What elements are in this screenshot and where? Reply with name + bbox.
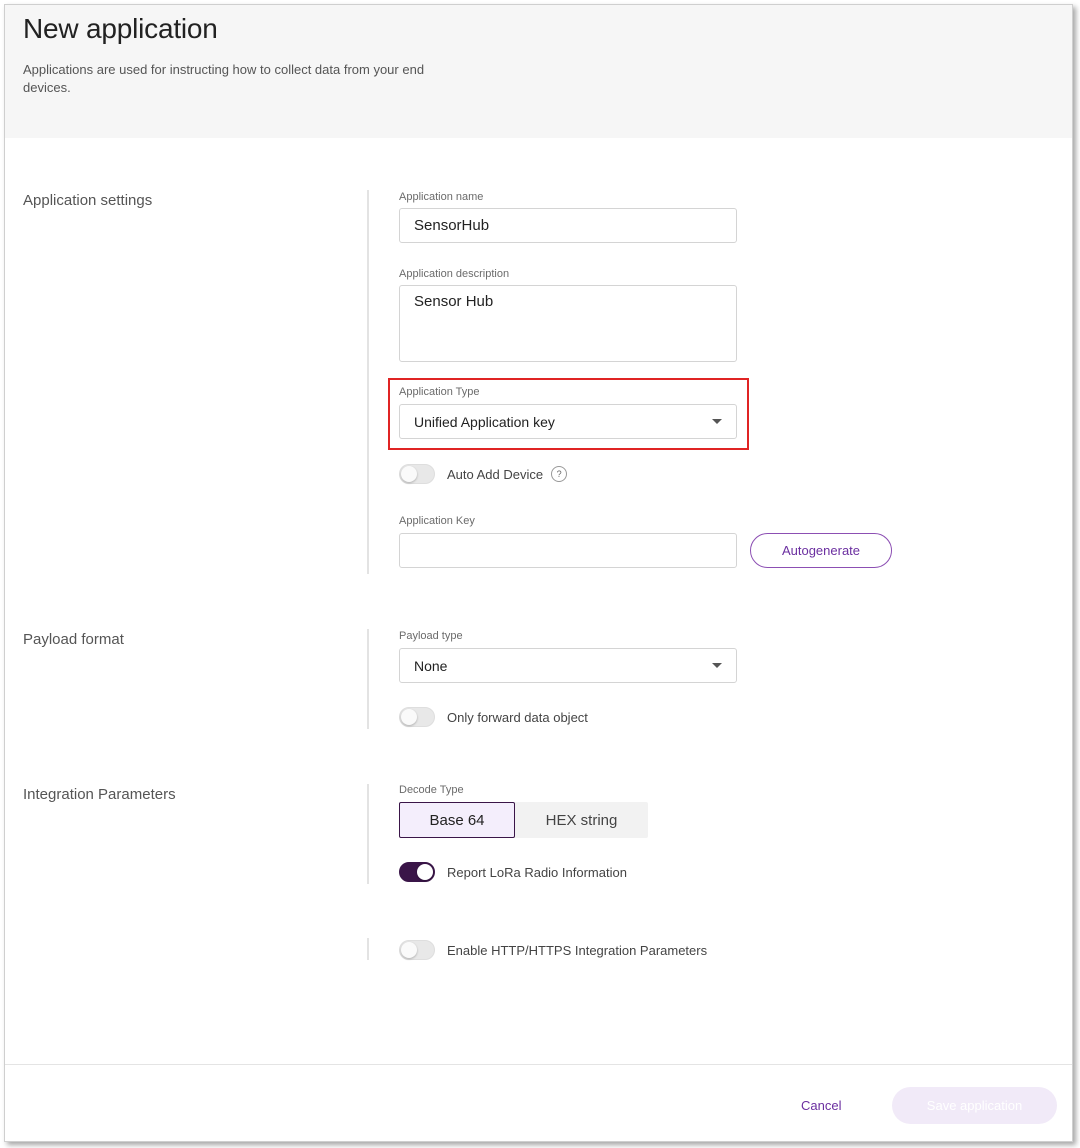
section-title-integration-parameters: Integration Parameters	[23, 786, 176, 803]
application-key-input[interactable]	[399, 533, 737, 568]
section-title-payload-format: Payload format	[23, 631, 124, 648]
application-description-textarea[interactable]: Sensor Hub	[399, 285, 737, 362]
section-divider	[367, 190, 369, 574]
report-lora-label: Report LoRa Radio Information	[447, 864, 627, 880]
application-type-label: Application Type	[399, 386, 480, 398]
auto-add-device-toggle[interactable]	[399, 464, 435, 484]
decode-type-label: Decode Type	[399, 784, 464, 796]
chevron-down-icon	[712, 419, 722, 424]
toggle-knob	[401, 709, 417, 725]
report-lora-toggle[interactable]	[399, 862, 435, 882]
section-divider	[367, 629, 369, 729]
only-forward-row: Only forward data object	[399, 707, 588, 727]
only-forward-label: Only forward data object	[447, 709, 588, 725]
application-form-window: New application Applications are used fo…	[4, 4, 1073, 1142]
section-divider	[367, 938, 369, 960]
autogenerate-button[interactable]: Autogenerate	[750, 533, 892, 568]
application-name-input[interactable]: SensorHub	[399, 208, 737, 243]
chevron-down-icon	[712, 663, 722, 668]
payload-type-label: Payload type	[399, 630, 463, 642]
enable-http-row: Enable HTTP/HTTPS Integration Parameters	[399, 940, 707, 960]
application-name-value: SensorHub	[414, 217, 490, 234]
only-forward-toggle[interactable]	[399, 707, 435, 727]
enable-http-label: Enable HTTP/HTTPS Integration Parameters	[447, 942, 708, 958]
report-lora-row: Report LoRa Radio Information	[399, 862, 627, 882]
enable-http-toggle[interactable]	[399, 940, 435, 960]
payload-type-value: None	[414, 657, 448, 674]
auto-add-device-row: Auto Add Device ?	[399, 464, 568, 484]
decode-type-hex-option[interactable]: HEX string	[515, 802, 648, 838]
application-key-label: Application Key	[399, 515, 475, 527]
auto-add-device-label: Auto Add Device	[447, 466, 544, 482]
cancel-button[interactable]: Cancel	[801, 1098, 841, 1113]
decode-type-segmented-control: Base 64 HEX string	[399, 802, 648, 838]
help-icon[interactable]: ?	[551, 466, 568, 482]
application-type-select[interactable]: Unified Application key	[399, 404, 737, 439]
toggle-knob	[417, 864, 433, 880]
toggle-knob	[401, 942, 417, 958]
payload-type-select[interactable]: None	[399, 648, 737, 683]
page-header: New application Applications are used fo…	[5, 5, 1072, 138]
toggle-knob	[401, 466, 417, 482]
section-title-application-settings: Application settings	[23, 192, 153, 209]
application-type-value: Unified Application key	[414, 413, 555, 430]
section-divider	[367, 784, 369, 884]
decode-type-base64-option[interactable]: Base 64	[399, 802, 515, 838]
save-application-button[interactable]: Save application	[892, 1087, 1057, 1124]
page-subtitle: Applications are used for instructing ho…	[23, 62, 425, 95]
application-description-label: Application description	[399, 268, 510, 280]
application-name-label: Application name	[399, 191, 484, 203]
footer-divider	[5, 1064, 1072, 1065]
page-title: New application	[23, 13, 218, 44]
application-description-value: Sensor Hub	[414, 293, 494, 310]
